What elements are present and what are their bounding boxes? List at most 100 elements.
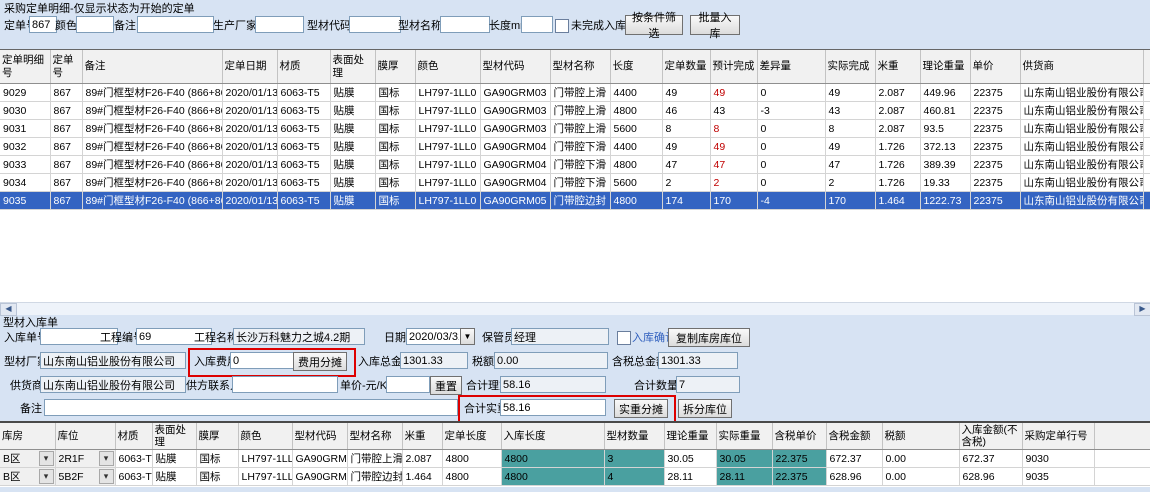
manufacturer-input[interactable] — [255, 16, 304, 33]
cell[interactable]: 贴膜 — [330, 120, 375, 138]
column-header[interactable]: 定单明细号 — [0, 50, 50, 84]
actual-weight-input[interactable] — [500, 399, 606, 416]
cell[interactable]: 山东南山铝业股份有限公司 — [1020, 192, 1143, 210]
cell[interactable]: 门带腔下滑 — [550, 138, 610, 156]
total-amount-input[interactable] — [400, 352, 468, 369]
cell[interactable] — [1143, 192, 1150, 210]
column-header[interactable]: 膜厚 — [196, 423, 238, 450]
column-header[interactable]: 长度 — [610, 50, 662, 84]
column-header[interactable]: 型材代码 — [480, 50, 550, 84]
cell[interactable]: 4400 — [610, 84, 662, 102]
cell[interactable]: LH797-1LL0 — [415, 156, 480, 174]
cell[interactable]: 山东南山铝业股份有限公司 — [1020, 102, 1143, 120]
tax-total-input[interactable] — [658, 352, 738, 369]
fee-allocate-button[interactable]: 费用分摊 — [293, 352, 347, 371]
cell[interactable]: 6063-T5 — [277, 192, 330, 210]
column-header[interactable] — [1143, 50, 1150, 84]
cell[interactable]: 389.39 — [920, 156, 970, 174]
cell[interactable]: 贴膜 — [330, 84, 375, 102]
column-header[interactable]: 含税金额 — [826, 423, 882, 450]
cell[interactable]: 4800 — [501, 450, 604, 468]
cell[interactable]: 170 — [710, 192, 757, 210]
cell[interactable]: 2 — [825, 174, 875, 192]
column-header[interactable]: 米重 — [875, 50, 920, 84]
cell[interactable]: 4800 — [442, 468, 501, 486]
cell[interactable]: -4 — [757, 192, 825, 210]
column-header[interactable]: 库房 — [0, 423, 55, 450]
factory-input[interactable] — [40, 352, 186, 369]
cell[interactable]: 贴膜 — [330, 138, 375, 156]
cell[interactable]: 3 — [604, 450, 664, 468]
cell[interactable]: 9035 — [0, 192, 50, 210]
date-dropdown-icon[interactable]: ▼ — [460, 328, 475, 345]
cell[interactable]: 0 — [757, 138, 825, 156]
cell[interactable]: 1222.73 — [920, 192, 970, 210]
cell[interactable]: 9031 — [0, 120, 50, 138]
column-header[interactable]: 型材名称 — [550, 50, 610, 84]
cell[interactable]: 4800 — [610, 192, 662, 210]
cell[interactable]: 89#门框型材F26-F40 (866+867) — [82, 192, 222, 210]
inbound-confirm-checkbox[interactable] — [617, 331, 631, 345]
table-row[interactable]: 903486789#门框型材F26-F40 (866+867)2020/01/1… — [0, 174, 1150, 192]
cell[interactable]: 6063-T5 — [277, 156, 330, 174]
column-header[interactable]: 理论重量 — [664, 423, 716, 450]
tax-input[interactable] — [494, 352, 608, 369]
cell[interactable]: LH797-1LL0 — [238, 450, 292, 468]
cell[interactable]: 9030 — [1022, 450, 1094, 468]
cell[interactable]: 867 — [50, 84, 82, 102]
column-header[interactable]: 备注 — [82, 50, 222, 84]
cell[interactable]: 47 — [710, 156, 757, 174]
cell[interactable]: -3 — [757, 102, 825, 120]
cell[interactable]: GA90GRM03 — [480, 84, 550, 102]
column-header[interactable]: 定单日期 — [222, 50, 277, 84]
cell[interactable]: 1.464 — [402, 468, 442, 486]
cell[interactable]: 0 — [757, 156, 825, 174]
cell[interactable]: 49 — [825, 84, 875, 102]
cell[interactable] — [1143, 84, 1150, 102]
cell[interactable]: 国标 — [375, 102, 415, 120]
column-header[interactable]: 型材数量 — [604, 423, 664, 450]
cell[interactable]: 49 — [825, 138, 875, 156]
cell[interactable]: 1.726 — [875, 138, 920, 156]
cell[interactable]: 2 — [662, 174, 710, 192]
cell[interactable]: 5600 — [610, 120, 662, 138]
cell[interactable] — [1143, 102, 1150, 120]
cell[interactable]: 9034 — [0, 174, 50, 192]
cell[interactable]: 30.05 — [664, 450, 716, 468]
cell[interactable]: 449.96 — [920, 84, 970, 102]
cell[interactable]: 贴膜 — [330, 156, 375, 174]
reset-button[interactable]: 重置 — [430, 376, 462, 395]
cell[interactable]: 9030 — [0, 102, 50, 120]
unit-price-input[interactable] — [386, 376, 430, 393]
cell[interactable]: 867 — [50, 192, 82, 210]
cell[interactable]: 国标 — [375, 174, 415, 192]
fee-input[interactable] — [230, 352, 294, 369]
cell[interactable]: 2020/01/13 — [222, 156, 277, 174]
project-name-input[interactable] — [233, 328, 365, 345]
cell[interactable]: LH797-1LL0 — [415, 102, 480, 120]
cell[interactable]: 2 — [710, 174, 757, 192]
cell[interactable]: 1.726 — [875, 174, 920, 192]
cell[interactable]: GA90GRM04 — [480, 138, 550, 156]
cell[interactable]: 9032 — [0, 138, 50, 156]
copy-warehouse-button[interactable]: 复制库房库位 — [668, 328, 750, 347]
cell[interactable]: 6063-T5 — [277, 84, 330, 102]
cell[interactable]: 国标 — [375, 84, 415, 102]
cell[interactable]: 46 — [662, 102, 710, 120]
table-row[interactable]: B区▾5B2F▾6063-T5贴膜国标LH797-1LL0GA90GRM05门带… — [0, 468, 1150, 486]
profile-code-input[interactable] — [349, 16, 401, 33]
cell[interactable]: 372.13 — [920, 138, 970, 156]
cell[interactable]: 国标 — [375, 138, 415, 156]
contact-input[interactable] — [232, 376, 338, 393]
cell[interactable]: 19.33 — [920, 174, 970, 192]
column-header[interactable]: 单价 — [970, 50, 1020, 84]
cell[interactable]: 22.375 — [772, 450, 826, 468]
cell[interactable]: 6063-T5 — [277, 174, 330, 192]
remark-filter-input[interactable] — [137, 16, 214, 33]
cell[interactable]: 867 — [50, 138, 82, 156]
cell[interactable]: 47 — [825, 156, 875, 174]
inbound-remark-input[interactable] — [44, 399, 458, 416]
date-input[interactable] — [406, 328, 462, 345]
cell[interactable]: LH797-1LL0 — [238, 468, 292, 486]
column-header[interactable] — [1094, 423, 1150, 450]
